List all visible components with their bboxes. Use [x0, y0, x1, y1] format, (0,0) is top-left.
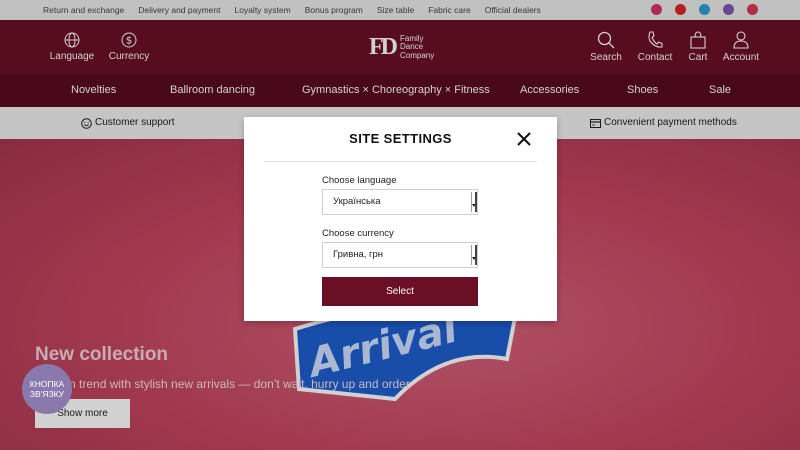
language-select[interactable]: Українська	[322, 189, 478, 215]
contact-widget-line2: ЗВ'ЯЗКУ	[29, 389, 65, 399]
currency-select-value: Гривна, грн	[333, 249, 384, 260]
contact-widget-text: КНОПКА ЗВ'ЯЗКУ	[30, 379, 64, 399]
contact-widget-line1: КНОПКА	[29, 379, 65, 389]
chevron-down-icon	[471, 192, 477, 212]
contact-widget-button[interactable]: КНОПКА ЗВ'ЯЗКУ	[22, 364, 72, 414]
language-select-value: Українська	[333, 196, 381, 207]
site-settings-modal: SITE SETTINGS Choose language Українська…	[244, 117, 557, 321]
chevron-down-icon	[471, 245, 477, 265]
currency-select[interactable]: Гривна, грн	[322, 242, 478, 268]
close-icon[interactable]	[516, 131, 532, 147]
language-field-label: Choose language	[322, 175, 397, 186]
select-button[interactable]: Select	[322, 277, 478, 306]
modal-title: SITE SETTINGS	[349, 131, 452, 146]
modal-divider	[264, 161, 537, 162]
currency-field-label: Choose currency	[322, 228, 394, 239]
